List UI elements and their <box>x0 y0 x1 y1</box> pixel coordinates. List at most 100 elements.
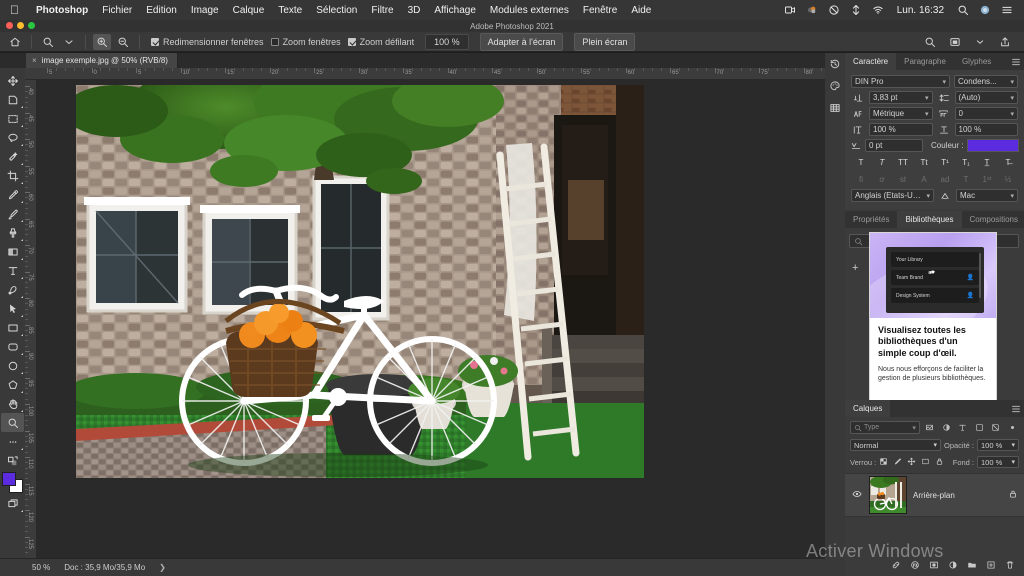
zoom-out-icon[interactable] <box>114 34 132 50</box>
foreground-color-swatch[interactable] <box>1 472 16 486</box>
style-superscript-button[interactable]: T¹ <box>935 155 955 169</box>
menu-item-calque[interactable]: Calque <box>226 5 272 16</box>
edit-toolbar-tool[interactable] <box>1 432 24 451</box>
color-swatches[interactable] <box>1 472 24 494</box>
font-size-field[interactable]: 3,83 pt ▾ <box>869 91 933 104</box>
language-field[interactable]: Anglais (Etats-Unis) ▾ <box>851 189 934 202</box>
window-traffic-lights[interactable] <box>6 22 35 29</box>
gradient-tool[interactable] <box>1 242 24 261</box>
menu-item-aide[interactable]: Aide <box>624 5 658 16</box>
polygon-tool[interactable] <box>1 375 24 394</box>
horizontal-scale-field[interactable]: 100 % <box>954 123 1018 136</box>
pixel-filter-icon[interactable] <box>923 421 937 434</box>
style-smallcaps-button[interactable]: Tt <box>914 155 934 169</box>
menu-item-selection[interactable]: Sélection <box>309 5 364 16</box>
ellipse-tool[interactable] <box>1 356 24 375</box>
menu-item-modules-externes[interactable]: Modules externes <box>483 5 576 16</box>
type-filter-icon[interactable] <box>956 421 970 434</box>
chevron-down-icon[interactable]: ▾ <box>925 94 929 102</box>
type-tool[interactable] <box>1 261 24 280</box>
titling-alternates-button[interactable]: ad <box>935 172 955 186</box>
lock-all-icon[interactable] <box>935 457 944 468</box>
quick-selection-tool[interactable] <box>1 147 24 166</box>
tab-proprietes[interactable]: Propriétés <box>845 211 897 228</box>
apple-logo-icon[interactable]:  <box>10 4 19 16</box>
font-family-field[interactable]: DIN Pro ▾ <box>851 75 950 88</box>
tracking-field[interactable]: 0 ▾ <box>954 107 1018 120</box>
pen-tool[interactable] <box>1 280 24 299</box>
layer-filter-type-select[interactable]: Type ▾ <box>850 421 920 434</box>
workspace-icon[interactable] <box>946 34 964 50</box>
swatches-icon[interactable] <box>825 75 845 97</box>
ordinals-button[interactable]: 1ˢᵗ <box>977 172 997 186</box>
panel-menu-icon[interactable] <box>1008 400 1024 417</box>
brush-tool[interactable] <box>1 204 24 223</box>
menu-item-texte[interactable]: Texte <box>271 5 309 16</box>
blend-mode-select[interactable]: Normal ▾ <box>850 439 941 451</box>
zoom-in-icon[interactable] <box>93 33 111 50</box>
options-search-icon[interactable] <box>921 34 939 50</box>
tab-paragraphe[interactable]: Paragraphe <box>896 53 954 70</box>
marquee-tool[interactable] <box>1 109 24 128</box>
fractions-button[interactable]: ½ <box>998 172 1018 186</box>
adjustment-icon[interactable] <box>948 560 958 572</box>
ligature-discretionary-button[interactable]: st <box>893 172 913 186</box>
status-zoom-level[interactable]: 50 % <box>32 563 50 572</box>
stylistic-alternates-button[interactable]: T <box>956 172 976 186</box>
tab-caractere[interactable]: Caractère <box>845 53 897 70</box>
chevron-down-icon[interactable]: ▾ <box>1010 78 1014 86</box>
shape-filter-icon[interactable] <box>972 421 986 434</box>
do-not-disturb-icon[interactable] <box>823 4 845 16</box>
font-style-field[interactable]: Condens... ▾ <box>954 75 1018 88</box>
ligature-standard-button[interactable]: fi <box>851 172 871 186</box>
fullscreen-button[interactable]: Plein écran <box>574 32 636 51</box>
wifi-icon[interactable] <box>867 4 889 16</box>
dropbox-icon[interactable] <box>801 4 823 16</box>
lock-transparency-icon[interactable] <box>879 457 888 468</box>
checkbox-resize-windows[interactable]: Redimensionner fenêtres <box>151 37 264 47</box>
clone-stamp-tool[interactable] <box>1 223 24 242</box>
folder-icon[interactable] <box>967 560 977 572</box>
plus-icon[interactable]: + <box>852 262 858 274</box>
link-icon[interactable] <box>891 560 901 572</box>
close-icon[interactable]: × <box>32 56 37 65</box>
menu-item-filtre[interactable]: Filtre <box>364 5 400 16</box>
style-italic-button[interactable]: T <box>872 155 892 169</box>
chevron-down-icon[interactable]: ▾ <box>912 424 916 432</box>
baseline-shift-field[interactable]: 0 pt <box>865 139 923 152</box>
status-chevron-icon[interactable]: ❯ <box>159 563 166 572</box>
zoom-tool-icon[interactable] <box>39 34 57 50</box>
rounded-rectangle-tool[interactable] <box>1 337 24 356</box>
fill-field[interactable]: 100 % ▾ <box>977 456 1019 468</box>
crop-tool[interactable] <box>1 166 24 185</box>
fit-screen-button[interactable]: Adapter à l'écran <box>479 32 564 51</box>
hand-tool[interactable] <box>1 394 24 413</box>
tab-glyphes[interactable]: Glyphes <box>954 53 999 70</box>
anti-alias-field[interactable]: Mac ▾ <box>956 189 1018 202</box>
chevron-down-icon[interactable]: ▾ <box>925 110 929 118</box>
control-center-icon[interactable] <box>996 4 1018 16</box>
menu-item-fichier[interactable]: Fichier <box>95 5 139 16</box>
checkbox-zoom-windows[interactable]: Zoom fenêtres <box>270 37 341 47</box>
style-underline-button[interactable]: T̲ <box>977 155 997 169</box>
spotlight-search-icon[interactable] <box>952 4 974 16</box>
shortcuts-icon[interactable] <box>845 4 867 16</box>
opacity-field[interactable]: 100 % ▾ <box>977 439 1019 451</box>
text-color-swatch[interactable] <box>967 139 1020 152</box>
checkbox-resize-windows-box[interactable] <box>151 37 159 46</box>
kerning-field[interactable]: Métrique ▾ <box>869 107 933 120</box>
chevron-down-icon[interactable]: ▾ <box>1010 94 1014 102</box>
menu-item-edition[interactable]: Edition <box>139 5 184 16</box>
history-icon[interactable] <box>825 53 845 75</box>
maximize-window-button[interactable] <box>28 22 35 29</box>
ligature-contextual-button[interactable]: ơ <box>872 172 892 186</box>
chevron-down-icon[interactable]: ▾ <box>1010 192 1014 200</box>
tab-calques[interactable]: Calques <box>845 400 891 417</box>
path-selection-tool[interactable] <box>1 299 24 318</box>
menu-item-image[interactable]: Image <box>184 5 226 16</box>
lock-artboard-icon[interactable] <box>921 457 930 468</box>
status-doc-size[interactable]: Doc : 35,9 Mo/35,9 Mo <box>64 563 145 572</box>
chevron-down-icon[interactable]: ▾ <box>933 441 937 449</box>
menu-item-fenetre[interactable]: Fenêtre <box>576 5 624 16</box>
mask-icon[interactable] <box>929 560 939 572</box>
